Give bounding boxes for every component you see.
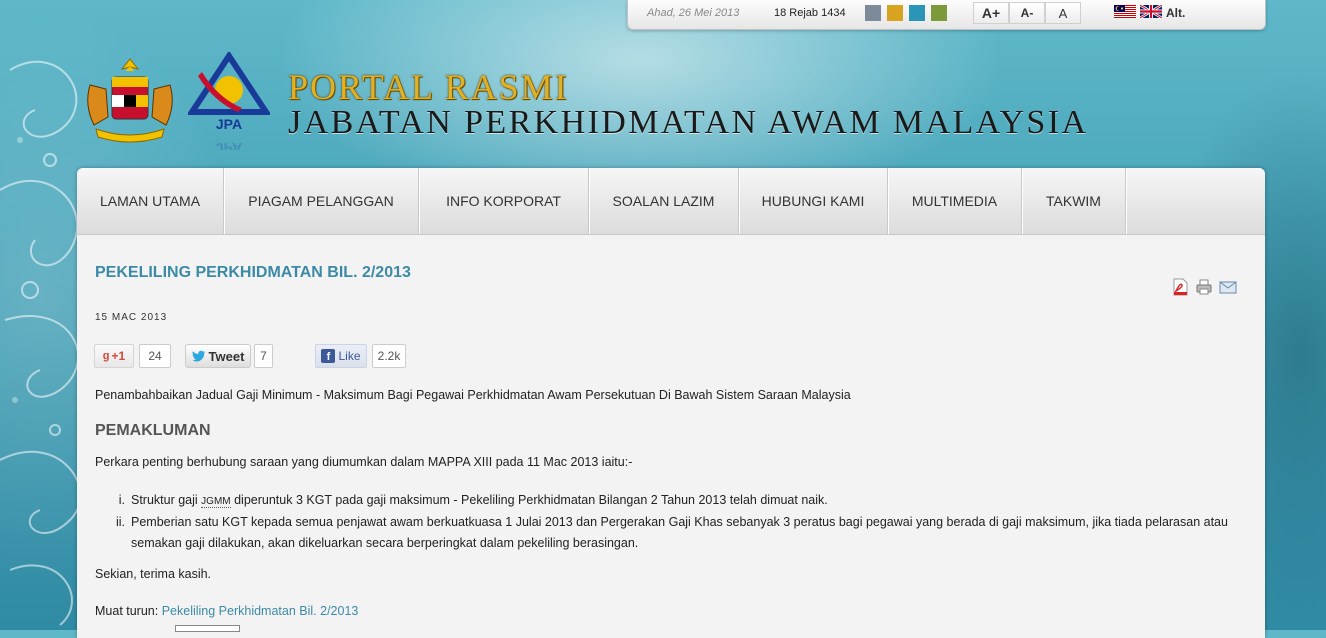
department-title: JABATAN PERKHIDMATAN AWAM MALAYSIA — [288, 104, 1089, 141]
google-plus-icon: g — [102, 350, 110, 362]
article-tools — [1171, 278, 1237, 296]
pdf-icon[interactable] — [1171, 278, 1189, 296]
list-item-text-cont: diperuntuk 3 KGT pada gaji maksimum - Pe… — [230, 493, 828, 507]
google-plus-button[interactable]: g +1 — [94, 344, 134, 368]
article-subtitle: Penambahbaikan Jadual Gaji Minimum - Mak… — [95, 388, 851, 402]
list-item: i. Struktur gaji JGMM diperuntuk 3 KGT p… — [113, 490, 1253, 512]
announcement-list: i. Struktur gaji JGMM diperuntuk 3 KGT p… — [113, 490, 1253, 554]
font-increase-button[interactable]: A+ — [973, 2, 1009, 24]
google-plus-label: +1 — [111, 349, 126, 363]
tweet-count: 7 — [254, 344, 273, 368]
current-date: Ahad, 26 Mei 2013 — [647, 7, 740, 19]
hijri-date: 18 Rejab 1434 — [774, 7, 846, 19]
print-icon[interactable] — [1195, 278, 1213, 296]
tweet-button[interactable]: Tweet — [185, 344, 251, 368]
jgmm-abbreviation: JGMM — [201, 496, 231, 508]
article-date: 15 MAC 2013 — [95, 312, 168, 323]
utility-bar: Ahad, 26 Mei 2013 18 Rejab 1434 A+ A- A … — [627, 0, 1266, 30]
download-line: Muat turun: Pekeliling Perkhidmatan Bil.… — [95, 604, 358, 618]
list-item-number: ii. — [115, 515, 125, 529]
list-item: ii. Pemberian satu KGT kepada semua penj… — [113, 512, 1253, 554]
google-plus-count: 24 — [139, 344, 171, 368]
tweet-label: Tweet — [208, 348, 245, 364]
download-link[interactable]: Pekeliling Perkhidmatan Bil. 2/2013 — [162, 604, 359, 618]
list-item-text: Pemberian satu KGT kepada semua penjawat… — [131, 515, 1228, 550]
facebook-like-count: 2.2k — [372, 344, 406, 368]
nav-item-soalan-lazim[interactable]: SOALAN LAZIM — [589, 168, 739, 234]
twitter-bird-icon — [191, 350, 205, 362]
facebook-icon: f — [321, 349, 336, 363]
theme-swatch-grey[interactable] — [865, 5, 881, 21]
list-item-text: Struktur gaji — [131, 493, 202, 507]
malaysia-coat-of-arms-icon — [87, 58, 173, 143]
nav-item-takwim[interactable]: TAKWIM — [1022, 168, 1126, 234]
font-reset-button[interactable]: A — [1045, 2, 1081, 24]
nav-item-piagam-pelanggan[interactable]: PIAGAM PELANGGAN — [224, 168, 419, 234]
jpa-logo-icon: JPA JPA — [188, 52, 270, 150]
section-heading: PEMAKLUMAN — [95, 422, 211, 439]
font-decrease-button[interactable]: A- — [1009, 2, 1045, 24]
theme-swatch-green[interactable] — [931, 5, 947, 21]
content-panel: LAMAN UTAMA PIAGAM PELANGGAN INFO KORPORAT… — [77, 168, 1265, 638]
jpa-logo-reflection: JPA — [216, 140, 242, 150]
closing-text: Sekian, terima kasih. — [95, 567, 212, 581]
nav-item-laman-utama[interactable]: LAMAN UTAMA — [77, 168, 224, 234]
facebook-like-button[interactable]: f Like — [315, 344, 367, 368]
intro-paragraph: Perkara penting berhubung saraan yang di… — [95, 455, 633, 469]
jpa-logo-text: JPA — [216, 116, 242, 132]
portal-title: PORTAL RASMI — [288, 67, 569, 107]
theme-swatch-blue[interactable] — [909, 5, 925, 21]
malay-language-flag-icon[interactable] — [1114, 5, 1136, 18]
theme-swatch-gold[interactable] — [887, 5, 903, 21]
list-item-number: i. — [118, 493, 125, 507]
font-size-controls: A+ A- A — [973, 2, 1081, 24]
nav-item-info-korporat[interactable]: INFO KORPORAT — [419, 168, 589, 234]
article-title: PEKELILING PERKHIDMATAN BIL. 2/2013 — [95, 264, 411, 281]
nav-item-multimedia[interactable]: MULTIMEDIA — [888, 168, 1022, 234]
taskbar-tab — [175, 625, 240, 632]
facebook-like-label: Like — [338, 349, 361, 363]
english-language-flag-icon[interactable] — [1140, 5, 1162, 18]
download-label: Muat turun: — [95, 604, 162, 618]
main-navigation: LAMAN UTAMA PIAGAM PELANGGAN INFO KORPORAT… — [77, 168, 1265, 235]
email-icon[interactable] — [1219, 278, 1237, 296]
alt-version-link[interactable]: Alt. — [1166, 6, 1185, 20]
nav-item-hubungi-kami[interactable]: HUBUNGI KAMI — [739, 168, 888, 234]
